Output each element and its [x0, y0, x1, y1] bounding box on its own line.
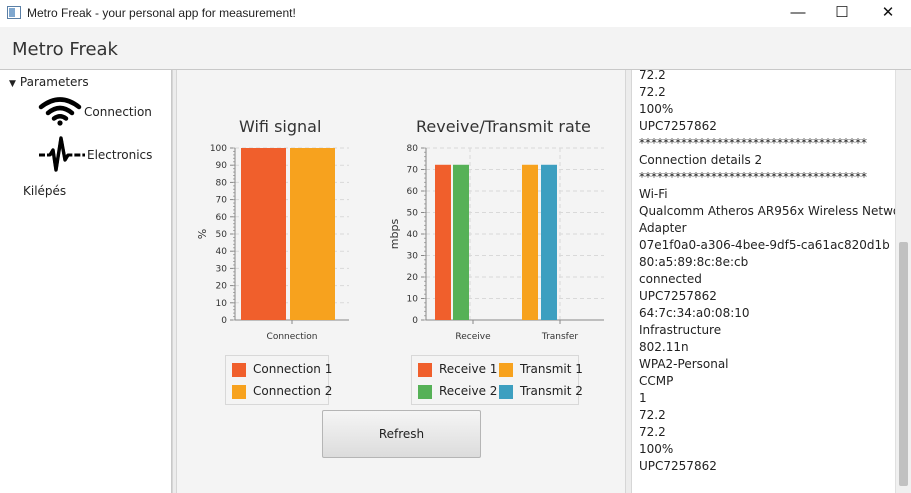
connection-details-text[interactable]: 72.2 72.2 100% UPC7257862 ******************…: [632, 70, 895, 493]
plot-area: [426, 148, 604, 320]
app-header: Metro Freak: [0, 27, 911, 70]
y-tick-label: 20: [216, 282, 228, 292]
details-line: 64:7c:34:a0:08:10: [639, 306, 750, 320]
app-title: Metro Freak: [12, 39, 118, 60]
details-line: 1: [639, 391, 647, 405]
sidebar-item-electronics[interactable]: Electronics: [38, 136, 158, 172]
bar-transmit-1: [522, 164, 538, 320]
bar-transmit-2: [541, 164, 557, 320]
tree-root-parameters[interactable]: ▼ Parameters: [9, 75, 89, 89]
details-line: CCMP: [639, 374, 674, 388]
details-line: Connection details 2: [639, 153, 763, 167]
details-line: 100%: [639, 102, 674, 116]
bar-receive-1: [435, 164, 451, 320]
y-axis-label: %: [196, 229, 209, 239]
y-axis-label: mbps: [388, 219, 401, 250]
y-tick-label: 40: [407, 230, 419, 240]
legend-swatch: [418, 385, 432, 399]
y-tick-label: 50: [407, 209, 419, 219]
legend-label: Connection 1: [253, 362, 333, 376]
maximize-button[interactable]: ☐: [819, 0, 865, 27]
window-titlebar: Metro Freak - your personal app for meas…: [0, 0, 911, 27]
bar-connection-2: [290, 148, 335, 320]
y-tick-label: 60: [216, 213, 228, 223]
details-line: Infrastructure: [639, 323, 722, 337]
minimize-button[interactable]: —: [775, 0, 821, 27]
legend-label: Receive 1: [439, 362, 498, 376]
tree-expand-icon[interactable]: ▼: [9, 79, 16, 89]
legend-swatch: [499, 363, 513, 377]
y-tick-label: 0: [412, 316, 418, 326]
legend-label: Connection 2: [253, 384, 333, 398]
x-tick-label: Receive: [455, 332, 491, 342]
y-tick-label: 20: [407, 273, 419, 283]
details-line: 72.2: [639, 425, 666, 439]
sidebar-item-connection[interactable]: Connection: [38, 94, 158, 128]
legend-swatch: [418, 363, 432, 377]
y-tick-label: 40: [216, 247, 228, 257]
sidebar-item-exit[interactable]: Kilépés: [23, 184, 66, 198]
refresh-button[interactable]: Refresh: [322, 410, 481, 458]
details-line: 07e1f0a0-a306-4bee-9df5-ca61ac820d1b: [639, 238, 890, 252]
details-line: 72.2: [639, 70, 666, 82]
sidebar: ▼ Parameters Connection Electronics Kilép…: [0, 70, 172, 493]
legend-swatch: [232, 363, 246, 377]
y-tick-label: 80: [216, 178, 228, 188]
y-tick-label: 70: [216, 196, 228, 206]
rate-chart: 0 10 20 30 40 50 60 70 80 Receive Transfer mbps: [388, 144, 604, 342]
details-scrollbar[interactable]: [895, 70, 911, 493]
y-tick-label: 50: [216, 230, 228, 240]
bar-connection-1: [241, 148, 286, 320]
close-button[interactable]: ✕: [865, 0, 911, 27]
details-line: **************************************: [639, 170, 867, 184]
wifi-chart-title: Wifi signal: [239, 117, 322, 136]
wifi-icon: [38, 97, 82, 126]
details-line: **************************************: [639, 136, 867, 150]
x-tick-label: Connection: [267, 332, 318, 342]
legend-label: Transmit 1: [520, 362, 583, 376]
bar-receive-2: [453, 164, 469, 320]
y-tick-label: 30: [407, 252, 419, 262]
main-panel: Wifi signal 0 10 20 30 40 50 60 70 80 90 100 Connec…: [177, 70, 625, 493]
tree-root-label: Parameters: [19, 75, 89, 89]
sidebar-item-label: Electronics: [87, 148, 153, 162]
y-tick-label: 10: [216, 299, 228, 309]
wifi-signal-chart: 0 10 20 30 40 50 60 70 80 90 100 Connection%: [196, 144, 349, 342]
pulse-icon: [39, 136, 85, 172]
y-tick-label: 30: [216, 264, 228, 274]
y-tick-label: 60: [407, 187, 419, 197]
details-line: Qualcomm Atheros AR956x Wireless Network: [639, 204, 895, 218]
details-line: 100%: [639, 442, 674, 456]
split-pane-divider-right[interactable]: [625, 70, 632, 493]
details-line: Wi-Fi: [639, 187, 668, 201]
window-title: Metro Freak - your personal app for meas…: [27, 6, 296, 20]
details-line: UPC7257862: [639, 459, 717, 473]
details-line: connected: [639, 272, 702, 286]
app-window-icon: [7, 6, 21, 19]
details-line: 72.2: [639, 408, 666, 422]
wifi-chart-legend: Connection 1 Connection 2: [225, 355, 333, 405]
rate-chart-title: Reveive/Transmit rate: [416, 117, 591, 136]
y-tick-label: 100: [210, 144, 227, 154]
legend-label: Transmit 2: [520, 384, 583, 398]
sidebar-item-label: Connection: [84, 105, 152, 119]
x-tick-label: Transfer: [541, 332, 578, 342]
scrollbar-thumb[interactable]: [899, 242, 908, 486]
details-line: UPC7257862: [639, 119, 717, 133]
y-tick-label: 0: [221, 316, 227, 326]
details-line: UPC7257862: [639, 289, 717, 303]
legend-swatch: [499, 385, 513, 399]
legend-label: Receive 2: [439, 384, 498, 398]
y-tick-label: 10: [407, 295, 419, 305]
details-line: Adapter: [639, 221, 687, 235]
legend-swatch: [232, 385, 246, 399]
details-line: 80:a5:89:8c:8e:cb: [639, 255, 749, 269]
y-tick-label: 70: [407, 166, 419, 176]
details-line: 72.2: [639, 85, 666, 99]
details-line: WPA2-Personal: [639, 357, 729, 371]
details-line: 802.11n: [639, 340, 689, 354]
y-tick-label: 80: [407, 144, 419, 154]
rate-chart-legend: Receive 1 Transmit 1 Receive 2 Transmit …: [411, 355, 583, 405]
y-tick-label: 90: [216, 161, 228, 171]
